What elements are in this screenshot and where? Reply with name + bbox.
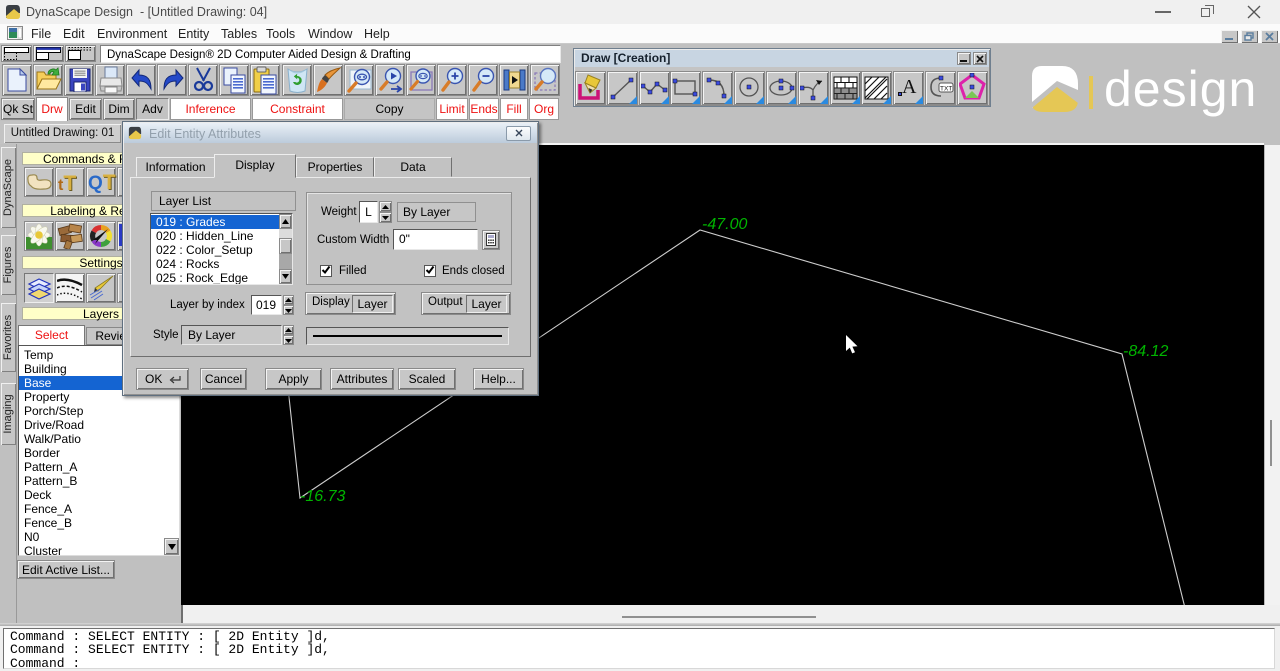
svg-text:TXT: TXT [940,86,952,93]
svg-text:-47.00: -47.00 [702,216,747,233]
svg-text:-16.73: -16.73 [300,488,345,505]
svg-text:-84.12: -84.12 [1123,343,1168,360]
